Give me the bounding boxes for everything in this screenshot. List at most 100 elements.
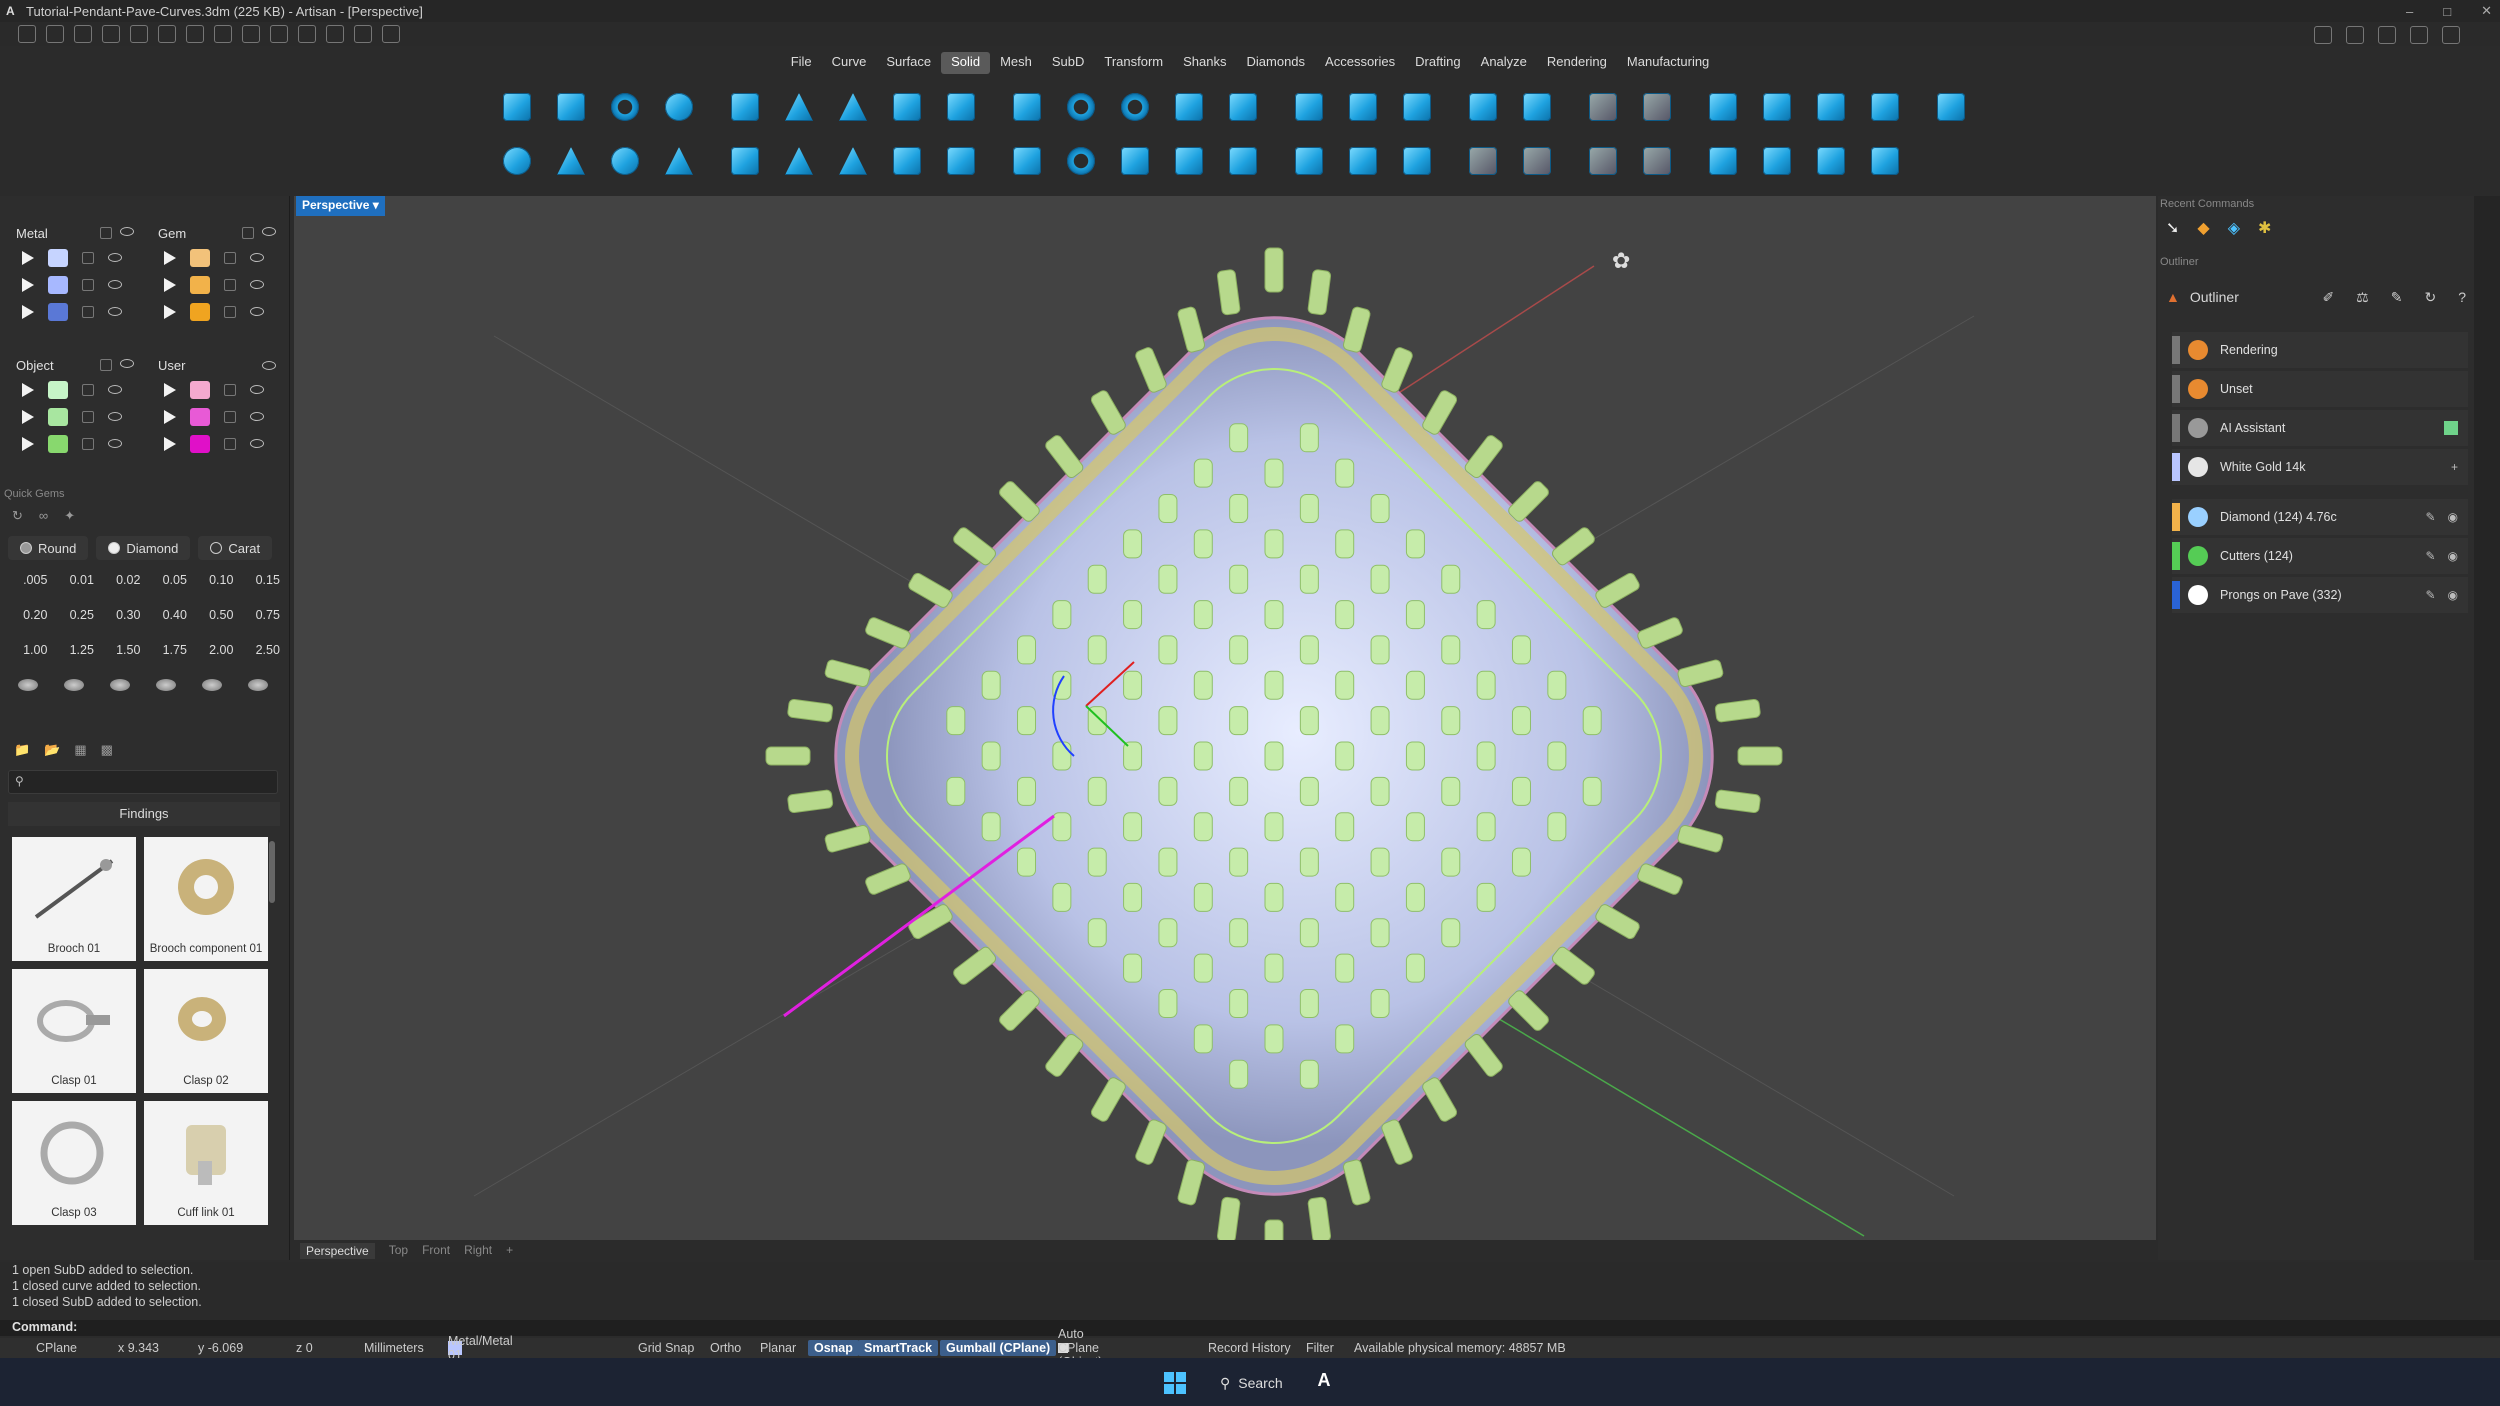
- open-folder-icon[interactable]: [102, 25, 120, 43]
- solid-tool-button[interactable]: [1054, 82, 1108, 132]
- outer-prong[interactable]: [952, 526, 998, 567]
- transform-icon[interactable]: [326, 25, 344, 43]
- solid-tool-button[interactable]: [880, 136, 934, 186]
- solid-tool-button[interactable]: [1456, 82, 1510, 132]
- gem-shape-icon[interactable]: [156, 679, 176, 691]
- play-icon[interactable]: [164, 409, 176, 424]
- eye-icon[interactable]: [108, 439, 122, 448]
- gumball-toggle[interactable]: Gumball (CPlane): [940, 1340, 1057, 1356]
- outer-prong[interactable]: [998, 989, 1042, 1033]
- pendant-model[interactable]: [731, 213, 1816, 1240]
- layer-color-swatch[interactable]: [190, 302, 210, 321]
- layer-row[interactable]: [0, 430, 140, 457]
- lock-icon[interactable]: [224, 305, 236, 318]
- outer-prong[interactable]: [1177, 1159, 1206, 1206]
- outer-prong[interactable]: [1307, 269, 1332, 316]
- outer-prong[interactable]: [1550, 526, 1596, 567]
- solid-tool-button[interactable]: [1162, 136, 1216, 186]
- solid-tool-button[interactable]: [826, 136, 880, 186]
- outer-prong[interactable]: [1216, 1196, 1241, 1240]
- outer-prong[interactable]: [1090, 389, 1128, 436]
- eye-icon[interactable]: [250, 253, 264, 262]
- measure-icon[interactable]: [354, 25, 372, 43]
- lock-icon[interactable]: [224, 278, 236, 291]
- curve-tool-icon[interactable]: ➘: [2166, 218, 2179, 238]
- outer-prong[interactable]: [765, 746, 811, 766]
- outer-prong[interactable]: [1134, 346, 1167, 394]
- solid-tool-button[interactable]: [1282, 136, 1336, 186]
- solid-tool-button[interactable]: [1696, 136, 1750, 186]
- menu-shanks[interactable]: Shanks: [1173, 52, 1236, 74]
- solid-tool-button[interactable]: [1804, 136, 1858, 186]
- outer-prong[interactable]: [787, 789, 834, 814]
- outer-prong[interactable]: [1636, 862, 1684, 895]
- outer-prong[interactable]: [1177, 306, 1206, 353]
- outliner-row[interactable]: Unset: [2172, 371, 2468, 407]
- layer-row[interactable]: [0, 403, 140, 430]
- share-icon[interactable]: [2378, 26, 2396, 44]
- gem-size-button[interactable]: 1.00: [12, 638, 59, 662]
- outer-prong[interactable]: [1463, 1032, 1504, 1078]
- menu-curve[interactable]: Curve: [822, 52, 877, 74]
- outer-prong[interactable]: [1463, 434, 1504, 480]
- solid-tool-button[interactable]: [1576, 82, 1630, 132]
- grid-snap-toggle[interactable]: Grid Snap: [638, 1341, 694, 1355]
- solid-tool-button[interactable]: [598, 136, 652, 186]
- solid-tool-button[interactable]: [1750, 82, 1804, 132]
- lock-icon[interactable]: [100, 359, 112, 371]
- solid-tool-button[interactable]: [1216, 82, 1270, 132]
- layer-row[interactable]: [142, 430, 282, 457]
- menu-analyze[interactable]: Analyze: [1471, 52, 1537, 74]
- gem-size-button[interactable]: 0.25: [59, 603, 106, 627]
- play-icon[interactable]: [164, 304, 176, 319]
- eye-icon[interactable]: ◉: [2448, 588, 2458, 602]
- account-icon[interactable]: [2442, 26, 2460, 44]
- lock-icon[interactable]: [224, 383, 236, 396]
- link-icon[interactable]: ∞: [39, 508, 48, 524]
- viewport-tab-right[interactable]: Right: [464, 1243, 492, 1259]
- filter-toggle[interactable]: Filter: [1306, 1341, 1334, 1355]
- eye-icon[interactable]: [250, 280, 264, 289]
- solid-tool-button[interactable]: [1390, 82, 1444, 132]
- outer-prong[interactable]: [1507, 989, 1551, 1033]
- lock-icon[interactable]: [82, 305, 94, 318]
- menu-drafting[interactable]: Drafting: [1405, 52, 1471, 74]
- planar-toggle[interactable]: Planar: [760, 1341, 796, 1355]
- gem-shape-icon[interactable]: [64, 679, 84, 691]
- library-search-input[interactable]: ⚲: [8, 770, 278, 794]
- gem-size-button[interactable]: 2.00: [198, 638, 245, 662]
- outer-prong[interactable]: [1044, 434, 1085, 480]
- outliner-row[interactable]: Diamond (124) 4.76c ✎ ◉: [2172, 499, 2468, 535]
- eye-icon[interactable]: [108, 412, 122, 421]
- solid-tool-button[interactable]: [718, 82, 772, 132]
- status-layer[interactable]: Metal/Metal 01: [448, 1334, 513, 1362]
- eye-icon[interactable]: [250, 439, 264, 448]
- add-viewport-tab-button[interactable]: +: [506, 1243, 513, 1259]
- gem-size-button[interactable]: 0.10: [198, 568, 245, 592]
- layer-color-swatch[interactable]: [48, 302, 68, 321]
- gem-size-button[interactable]: 0.40: [152, 603, 199, 627]
- auto-cplane-toggle[interactable]: Auto CPlane (Object): [1058, 1327, 1102, 1369]
- command-prompt[interactable]: Command:: [0, 1320, 2500, 1336]
- outer-prong[interactable]: [1421, 389, 1459, 436]
- osnap-toggle[interactable]: Osnap: [808, 1340, 859, 1356]
- menu-manufacturing[interactable]: Manufacturing: [1617, 52, 1719, 74]
- play-icon[interactable]: [164, 436, 176, 451]
- solid-tool-button[interactable]: [826, 82, 880, 132]
- save-as-icon[interactable]: [214, 25, 232, 43]
- solid-tool-button[interactable]: [1336, 136, 1390, 186]
- edit-icon[interactable]: ✎: [2425, 588, 2435, 602]
- eye-icon[interactable]: [250, 307, 264, 316]
- layer-row[interactable]: [0, 244, 140, 271]
- maximize-button[interactable]: □: [2443, 4, 2451, 19]
- lock-icon[interactable]: [82, 251, 94, 264]
- lock-icon[interactable]: [242, 227, 254, 239]
- solid-tool-button[interactable]: [1054, 136, 1108, 186]
- menu-subd[interactable]: SubD: [1042, 52, 1095, 74]
- solid-tool-button[interactable]: [1000, 136, 1054, 186]
- outliner-row[interactable]: AI Assistant: [2172, 410, 2468, 446]
- layer-row[interactable]: [0, 271, 140, 298]
- display-mode-icon[interactable]: ✿: [1612, 249, 1630, 274]
- layer-row[interactable]: [0, 298, 140, 325]
- library-item[interactable]: Brooch component 01: [144, 837, 268, 961]
